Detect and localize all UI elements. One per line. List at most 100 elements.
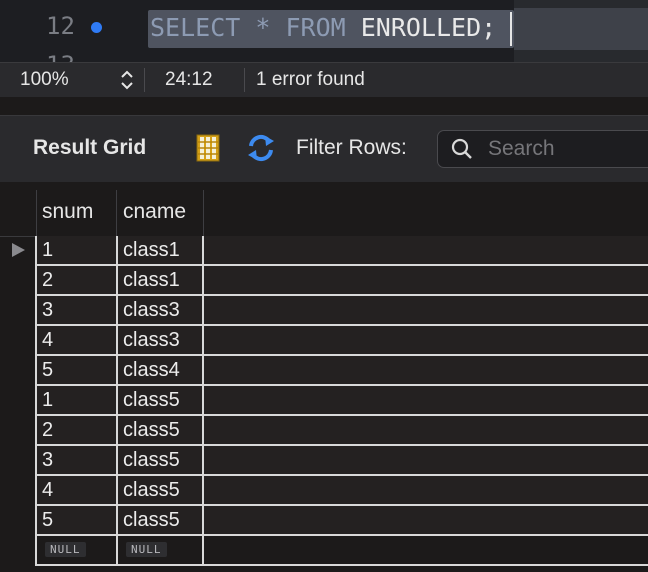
cell-value: class1 — [123, 239, 180, 261]
row-header[interactable] — [0, 296, 36, 324]
row-header[interactable] — [0, 476, 36, 504]
cell-cname[interactable]: class1 — [118, 236, 204, 264]
cell-value: class5 — [123, 449, 180, 471]
cell-cname[interactable]: class5 — [118, 446, 204, 474]
current-row-arrow-icon — [12, 243, 25, 257]
row-header[interactable] — [0, 446, 36, 474]
row-header[interactable] — [0, 386, 36, 414]
text-caret — [510, 12, 512, 46]
keyword-from: FROM — [285, 13, 346, 42]
row-border — [37, 564, 648, 566]
table-row[interactable]: 4 class5 — [0, 476, 648, 506]
row-header[interactable] — [0, 326, 36, 354]
column-divider — [116, 190, 117, 236]
cell-value: class1 — [123, 269, 180, 291]
cell-snum[interactable]: 5 — [37, 356, 118, 384]
cell-cname[interactable]: class5 — [118, 416, 204, 444]
cell-cname[interactable]: class4 — [118, 356, 204, 384]
row-header[interactable] — [0, 416, 36, 444]
panel-gap — [0, 97, 648, 115]
cell-snum[interactable]: 2 — [37, 266, 118, 294]
grid-header: snum cname — [0, 190, 648, 237]
table-identifier: ENROLLED; — [345, 13, 497, 42]
error-count[interactable]: 1 error found — [256, 69, 365, 91]
cell-value: 3 — [42, 299, 54, 321]
cell-snum[interactable]: 3 — [37, 296, 118, 324]
table-row[interactable]: 4 class3 — [0, 326, 648, 356]
table-row[interactable]: 3 class5 — [0, 446, 648, 476]
null-badge: NULL — [45, 542, 86, 557]
column-header-label: snum — [42, 200, 94, 223]
cursor-position: 24:12 — [165, 69, 213, 90]
table-row[interactable]: 5 class4 — [0, 356, 648, 386]
row-fill — [204, 326, 648, 354]
zoom-stepper-icon[interactable] — [119, 68, 135, 92]
column-header-label: cname — [123, 200, 187, 223]
cell-value: class5 — [123, 419, 180, 441]
table-row[interactable]: 2 class5 — [0, 416, 648, 446]
refresh-icon[interactable] — [245, 132, 277, 164]
cell-snum[interactable]: 5 — [37, 506, 118, 534]
statement-marker-icon[interactable] — [91, 22, 102, 33]
zoom-level[interactable]: 100% — [20, 69, 69, 91]
sql-query[interactable]: SELECT * FROM ENROLLED; — [150, 13, 496, 42]
cell-snum[interactable]: 4 — [37, 326, 118, 354]
sql-editor[interactable]: 12 13 SELECT * FROM ENROLLED; — [0, 0, 648, 62]
cell-cname[interactable]: class5 — [118, 506, 204, 534]
cell-value: class3 — [123, 299, 180, 321]
line-number: 12 — [46, 12, 75, 40]
row-header[interactable] — [0, 506, 36, 534]
table-row[interactable]: 5 class5 — [0, 506, 648, 536]
row-header[interactable] — [0, 266, 36, 294]
cell-value: class4 — [123, 359, 180, 381]
cell-cname[interactable]: class5 — [118, 386, 204, 414]
search-icon — [451, 138, 472, 159]
result-grid-title: Result Grid — [33, 136, 147, 159]
cell-snum[interactable]: 2 — [37, 416, 118, 444]
column-divider — [36, 190, 37, 236]
cell-snum[interactable]: 3 — [37, 446, 118, 474]
status-divider — [144, 68, 145, 92]
cell-cname[interactable]: NULL — [118, 536, 204, 566]
filter-search-input[interactable] — [488, 136, 648, 162]
table-row[interactable]: 1 class1 — [0, 236, 648, 266]
operator-star: * — [240, 13, 286, 42]
result-toolbar: Result Grid Filter Rows: — [0, 115, 648, 183]
cell-value: 3 — [42, 449, 54, 471]
line-number-next: 13 — [46, 51, 75, 62]
cell-cname[interactable]: class3 — [118, 326, 204, 354]
cell-snum[interactable]: 1 — [37, 236, 118, 264]
column-divider — [203, 190, 204, 236]
row-fill — [204, 266, 648, 294]
cell-value: class5 — [123, 389, 180, 411]
new-row-placeholder[interactable]: NULL NULL — [0, 536, 648, 566]
row-fill — [204, 446, 648, 474]
grid-rows: 1 class1 2 class1 3 class3 4 class3 5 class4 1 clas… — [0, 236, 648, 566]
cell-snum[interactable]: 1 — [37, 386, 118, 414]
cell-cname[interactable]: class5 — [118, 476, 204, 504]
row-fill — [204, 416, 648, 444]
cell-cname[interactable]: class3 — [118, 296, 204, 324]
cell-value: class3 — [123, 329, 180, 351]
row-header[interactable] — [0, 356, 36, 384]
table-row[interactable]: 1 class5 — [0, 386, 648, 416]
table-row[interactable]: 3 class3 — [0, 296, 648, 326]
cell-snum[interactable]: NULL — [37, 536, 118, 566]
cell-snum[interactable]: 4 — [37, 476, 118, 504]
editor-status-bar: 100% 24:12 1 error found — [0, 62, 648, 98]
cell-value: 4 — [42, 479, 54, 501]
column-header-cname[interactable]: cname — [117, 190, 203, 236]
row-fill — [204, 476, 648, 504]
row-fill — [204, 236, 648, 264]
table-row[interactable]: 2 class1 — [0, 266, 648, 296]
cell-cname[interactable]: class1 — [118, 266, 204, 294]
grid-view-icon[interactable] — [196, 134, 220, 162]
filter-search-box[interactable] — [437, 130, 648, 168]
current-line-highlight — [514, 8, 648, 50]
row-header[interactable] — [0, 236, 36, 264]
column-header-snum[interactable]: snum — [36, 190, 116, 236]
cell-value: 1 — [42, 389, 54, 411]
cell-value: 1 — [42, 239, 54, 261]
cell-value: class5 — [123, 509, 180, 531]
row-fill — [204, 296, 648, 324]
